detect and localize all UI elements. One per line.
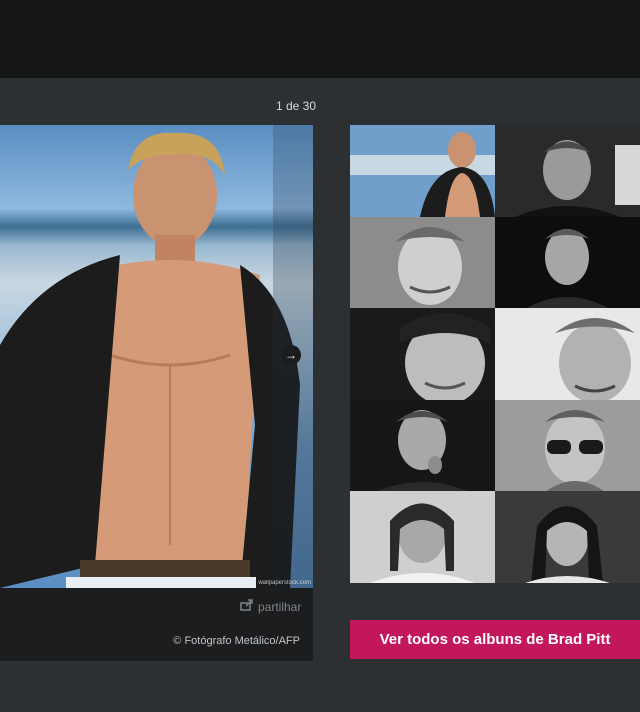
thumbnail-4[interactable] [495,216,640,309]
share-icon [240,599,254,614]
thumbnail-2[interactable] [495,125,640,217]
thumbnail-9[interactable] [350,491,495,583]
photo-watermark: wallpaperstock.com [258,580,311,586]
thumbnail-5[interactable] [350,308,495,400]
share-button[interactable]: partilhar [240,599,301,614]
photo-credit: © Fotógrafo Metálico/AFP [173,635,300,647]
thumbnail-10[interactable] [495,491,640,583]
photo-counter: 1 de 30 [275,99,316,113]
thumbnail-7[interactable] [350,399,495,492]
top-bar [0,0,640,78]
thumbnail-grid [350,125,640,583]
thumbnail-8[interactable] [495,399,640,492]
next-photo-button[interactable]: → [281,345,301,365]
view-all-albums-button[interactable]: Ver todos os albuns de Brad Pitt [350,620,640,659]
thumbnail-3[interactable] [350,216,495,309]
thumbnail-1[interactable] [350,125,495,217]
share-label: partilhar [258,599,302,614]
arrow-right-icon: → [285,348,297,362]
main-photo[interactable]: wallpaperstock.com [0,125,313,588]
thumbnail-6[interactable] [495,308,640,400]
main-photo-illustration [0,132,300,588]
